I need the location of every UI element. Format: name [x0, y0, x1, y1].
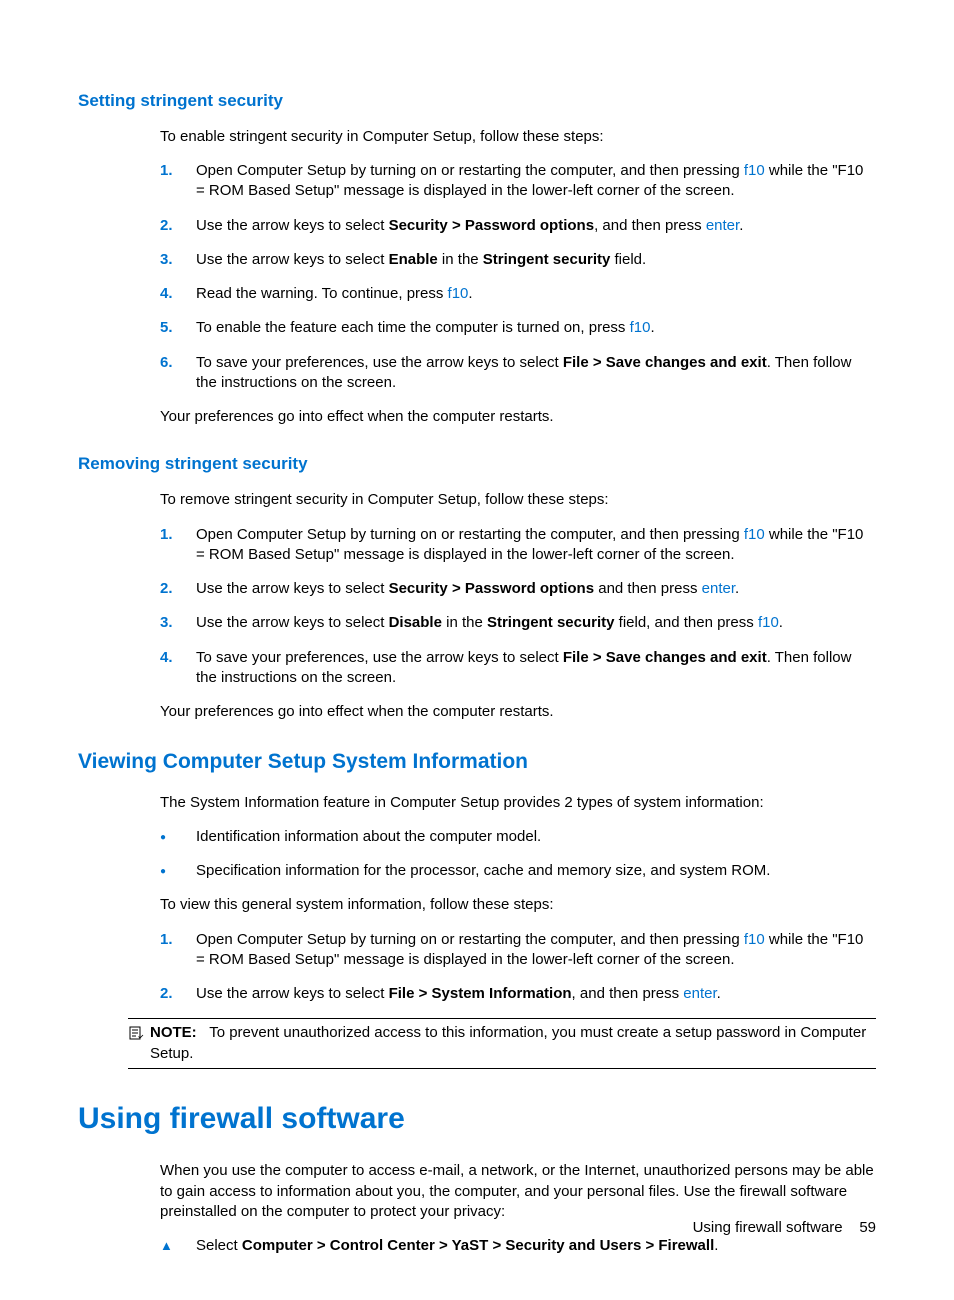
list-number: 2.: [160, 984, 196, 1004]
intro-text: To remove stringent security in Computer…: [160, 490, 876, 510]
list-item: 1. Open Computer Setup by turning on or …: [160, 930, 876, 971]
list-number: 1.: [160, 525, 196, 566]
list-item: 2. Use the arrow keys to select Security…: [160, 579, 876, 599]
list-content: Open Computer Setup by turning on or res…: [196, 161, 876, 202]
list-content: Open Computer Setup by turning on or res…: [196, 525, 876, 566]
list-number: 3.: [160, 250, 196, 270]
list-content: Use the arrow keys to select Security > …: [196, 216, 876, 236]
footer-text: Using firewall software: [693, 1219, 843, 1236]
footer: Using firewall software 59: [693, 1218, 876, 1238]
note-box: NOTE: To prevent unauthorized access to …: [128, 1018, 876, 1069]
list-number: 3.: [160, 613, 196, 633]
key-enter: enter: [702, 580, 735, 597]
triangle-icon: ▲: [160, 1236, 196, 1256]
list-item: 1. Open Computer Setup by turning on or …: [160, 525, 876, 566]
heading-viewing-system-info: Viewing Computer Setup System Informatio…: [78, 748, 876, 776]
list-number: 6.: [160, 353, 196, 394]
list-item: 2. Use the arrow keys to select Security…: [160, 216, 876, 236]
bullet-item: ● Identification information about the c…: [160, 827, 876, 847]
action-item: ▲ Select Computer > Control Center > YaS…: [160, 1236, 876, 1256]
list-item: 5. To enable the feature each time the c…: [160, 318, 876, 338]
list-number: 2.: [160, 579, 196, 599]
list-content: To save your preferences, use the arrow …: [196, 353, 876, 394]
list-content: To save your preferences, use the arrow …: [196, 648, 876, 689]
intro-text: The System Information feature in Comput…: [160, 793, 876, 813]
list-content: Use the arrow keys to select Enable in t…: [196, 250, 876, 270]
bullet-icon: ●: [160, 861, 196, 881]
note-icon: [128, 1023, 150, 1064]
key-f10: f10: [448, 285, 469, 302]
list-item: 6. To save your preferences, use the arr…: [160, 353, 876, 394]
key-f10: f10: [744, 162, 765, 179]
list-item: 3. Use the arrow keys to select Disable …: [160, 613, 876, 633]
key-f10: f10: [758, 614, 779, 631]
list-number: 5.: [160, 318, 196, 338]
list-content: Use the arrow keys to select Security > …: [196, 579, 876, 599]
bullet-content: Identification information about the com…: [196, 827, 876, 847]
instruction-text: To view this general system information,…: [160, 895, 876, 915]
bullet-content: Specification information for the proces…: [196, 861, 876, 881]
list-item: 2. Use the arrow keys to select File > S…: [160, 984, 876, 1004]
note-content: NOTE: To prevent unauthorized access to …: [150, 1023, 876, 1064]
key-f10: f10: [744, 931, 765, 948]
intro-text: To enable stringent security in Computer…: [160, 127, 876, 147]
list-content: To enable the feature each time the comp…: [196, 318, 876, 338]
list-item: 1. Open Computer Setup by turning on or …: [160, 161, 876, 202]
list-content: Use the arrow keys to select Disable in …: [196, 613, 876, 633]
list-number: 4.: [160, 284, 196, 304]
key-enter: enter: [683, 985, 716, 1002]
list-item: 3. Use the arrow keys to select Enable i…: [160, 250, 876, 270]
action-content: Select Computer > Control Center > YaST …: [196, 1236, 876, 1256]
list-content: Open Computer Setup by turning on or res…: [196, 930, 876, 971]
list-item: 4. To save your preferences, use the arr…: [160, 648, 876, 689]
list-number: 1.: [160, 161, 196, 202]
page-number: 59: [859, 1219, 876, 1236]
heading-using-firewall-software: Using firewall software: [78, 1099, 876, 1140]
bullet-item: ● Specification information for the proc…: [160, 861, 876, 881]
list-content: Read the warning. To continue, press f10…: [196, 284, 876, 304]
outro-text: Your preferences go into effect when the…: [160, 407, 876, 427]
list-content: Use the arrow keys to select File > Syst…: [196, 984, 876, 1004]
key-f10: f10: [744, 526, 765, 543]
note-label: NOTE:: [150, 1024, 197, 1041]
key-f10: f10: [630, 319, 651, 336]
list-number: 1.: [160, 930, 196, 971]
list-item: 4. Read the warning. To continue, press …: [160, 284, 876, 304]
heading-removing-stringent-security: Removing stringent security: [78, 453, 876, 476]
intro-text: When you use the computer to access e-ma…: [160, 1161, 876, 1222]
list-number: 2.: [160, 216, 196, 236]
heading-setting-stringent-security: Setting stringent security: [78, 90, 876, 113]
list-number: 4.: [160, 648, 196, 689]
outro-text: Your preferences go into effect when the…: [160, 702, 876, 722]
bullet-icon: ●: [160, 827, 196, 847]
key-enter: enter: [706, 217, 739, 234]
